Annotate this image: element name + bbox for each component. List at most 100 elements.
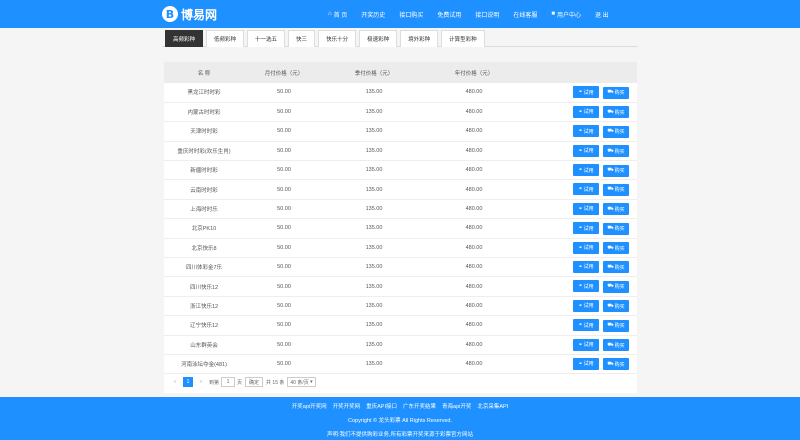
cell-year: 480.00 (465, 302, 483, 309)
trial-button[interactable]: ⚭ 试用 (573, 144, 599, 157)
buy-button[interactable]: ⛟ 购买 (603, 261, 629, 274)
buy-button[interactable]: ⛟ 购买 (603, 300, 629, 313)
tab-0[interactable]: 高频彩种 (165, 30, 204, 47)
nav-item-6[interactable]: ■ 用户中心 (551, 10, 581, 19)
cell-quarter: 135.00 (365, 361, 383, 368)
trial-button[interactable]: ⚭ 试用 (573, 280, 599, 293)
cell-month: 50.00 (277, 302, 291, 309)
cart-icon: ⛟ (607, 302, 614, 309)
buy-button[interactable]: ⛟ 购买 (603, 203, 629, 216)
footer-link[interactable]: 开奖api开奖网 (292, 402, 327, 410)
cell-quarter: 135.00 (365, 206, 383, 213)
trial-button[interactable]: ⚭ 试用 (573, 202, 599, 215)
nav-item-2[interactable]: 接口购买 (399, 10, 423, 19)
link-icon: ⚭ (578, 302, 583, 309)
link-icon: ⚭ (578, 244, 583, 251)
trial-label: 试用 (583, 322, 594, 329)
header-month-price: 月付价格（元） (264, 70, 304, 77)
link-icon: ⚭ (578, 341, 583, 348)
trial-button[interactable]: ⚭ 试用 (573, 299, 599, 312)
prev-page-button[interactable]: ‹ (170, 377, 180, 387)
cell-actions: ⚭ 试用 ⛟ 购买 (524, 141, 637, 160)
cell-quarter: 135.00 (365, 341, 383, 348)
disclaimer-text: 声明:我们不提供购彩业务,所有彩票开奖来源于彩票官方网站 (326, 432, 474, 438)
cart-icon: ⛟ (607, 360, 614, 367)
buy-button[interactable]: ⛟ 购买 (603, 125, 629, 138)
per-page-select[interactable]: 40 条/页 ▾ (287, 377, 316, 387)
cell-month: 50.00 (277, 128, 291, 135)
link-icon: ⚭ (578, 147, 583, 154)
link-icon: ⚭ (578, 128, 583, 135)
trial-button[interactable]: ⚭ 试用 (573, 319, 599, 332)
buy-button[interactable]: ⛟ 购买 (603, 358, 629, 371)
trial-button[interactable]: ⚭ 试用 (573, 241, 599, 254)
cell-name: 浙江快乐12 (189, 303, 219, 310)
buy-button[interactable]: ⛟ 购买 (603, 86, 629, 99)
trial-label: 试用 (583, 186, 594, 193)
tab-6[interactable]: 境外彩种 (400, 30, 439, 47)
cell-month: 50.00 (277, 322, 291, 329)
nav-item-7[interactable]: 退 出 (595, 10, 609, 19)
footer-link[interactable]: 广东开奖结果 (403, 402, 436, 410)
trial-button[interactable]: ⚭ 试用 (573, 125, 599, 138)
nav-item-0[interactable]: ⌂ 首 页 (328, 10, 347, 19)
cart-icon: ⛟ (607, 186, 614, 193)
table-row: 北京PK10 50.00 135.00 480.00 ⚭ 试用 ⛟ 购买 (164, 219, 637, 239)
cell-name: 天津时时彩 (190, 129, 218, 136)
next-page-button[interactable]: › (196, 377, 206, 387)
trial-button[interactable]: ⚭ 试用 (573, 338, 599, 351)
tab-1[interactable]: 低频彩种 (206, 30, 245, 47)
link-icon: ⚭ (578, 205, 583, 212)
buy-button[interactable]: ⛟ 购买 (603, 164, 629, 177)
cell-month: 50.00 (277, 225, 291, 232)
footer-link[interactable]: 北京采集API (477, 402, 508, 410)
buy-button[interactable]: ⛟ 购买 (603, 106, 629, 119)
page-1-button[interactable]: 1 (183, 377, 193, 387)
cart-icon: ⛟ (607, 341, 614, 348)
tab-5[interactable]: 极速彩种 (359, 30, 398, 47)
trial-label: 试用 (583, 264, 594, 271)
footer-link[interactable]: 重庆API接口 (366, 402, 397, 410)
tab-4[interactable]: 快乐十分 (318, 30, 357, 47)
buy-button[interactable]: ⛟ 购买 (603, 339, 629, 352)
tab-3[interactable]: 快三 (288, 30, 316, 47)
trial-button[interactable]: ⚭ 试用 (573, 260, 599, 273)
page-number-input[interactable]: 1 (221, 377, 236, 387)
nav-item-4[interactable]: 接口说明 (475, 10, 499, 19)
trial-button[interactable]: ⚭ 试用 (573, 105, 599, 118)
link-icon: ⚭ (578, 322, 583, 329)
nav-item-3[interactable]: 免费试用 (437, 10, 461, 19)
goto-confirm-button[interactable]: 确定 (245, 377, 264, 387)
buy-button[interactable]: ⛟ 购买 (603, 280, 629, 293)
cell-name: 云南时时彩 (190, 187, 218, 194)
trial-button[interactable]: ⚭ 试用 (573, 86, 599, 99)
table-row: 新疆时时彩 50.00 135.00 480.00 ⚭ 试用 ⛟ 购买 (164, 161, 637, 180)
buy-label: 购买 (614, 90, 625, 97)
buy-button[interactable]: ⛟ 购买 (603, 242, 629, 255)
cart-icon: ⛟ (607, 108, 614, 115)
tab-2[interactable]: 十一选五 (247, 30, 286, 47)
main-nav: ⌂ 首 页 开奖历史 接口购买 免费试用 接口说明 在线客服 ■ 用户中心 退 出 (328, 0, 623, 28)
cell-name: 山东群英会 (190, 342, 218, 349)
footer-link[interactable]: 开奖开奖网 (333, 402, 361, 410)
buy-button[interactable]: ⛟ 购买 (603, 183, 629, 196)
cell-quarter: 135.00 (365, 109, 383, 116)
buy-button[interactable]: ⛟ 购买 (603, 145, 629, 158)
header-actions (524, 62, 637, 83)
trial-button[interactable]: ⚭ 试用 (573, 357, 599, 370)
nav-item-5[interactable]: 在线客服 (513, 10, 537, 19)
site-logo[interactable]: B 博易网 (162, 5, 217, 23)
cell-year: 480.00 (465, 167, 483, 174)
trial-label: 试用 (583, 283, 594, 290)
buy-button[interactable]: ⛟ 购买 (603, 222, 629, 235)
trial-button[interactable]: ⚭ 试用 (573, 164, 599, 176)
trial-button[interactable]: ⚭ 试用 (573, 222, 599, 235)
cell-actions: ⚭ 试用 ⛟ 购买 (524, 199, 637, 218)
buy-button[interactable]: ⛟ 购买 (603, 319, 629, 332)
buy-label: 购买 (614, 303, 625, 310)
footer-link[interactable]: 青海api开奖 (442, 402, 471, 410)
tab-7[interactable]: 计算型彩种 (441, 30, 485, 47)
nav-item-1[interactable]: 开奖历史 (361, 10, 385, 19)
cell-actions: ⚭ 试用 ⛟ 购买 (524, 335, 637, 354)
trial-button[interactable]: ⚭ 试用 (573, 183, 599, 196)
